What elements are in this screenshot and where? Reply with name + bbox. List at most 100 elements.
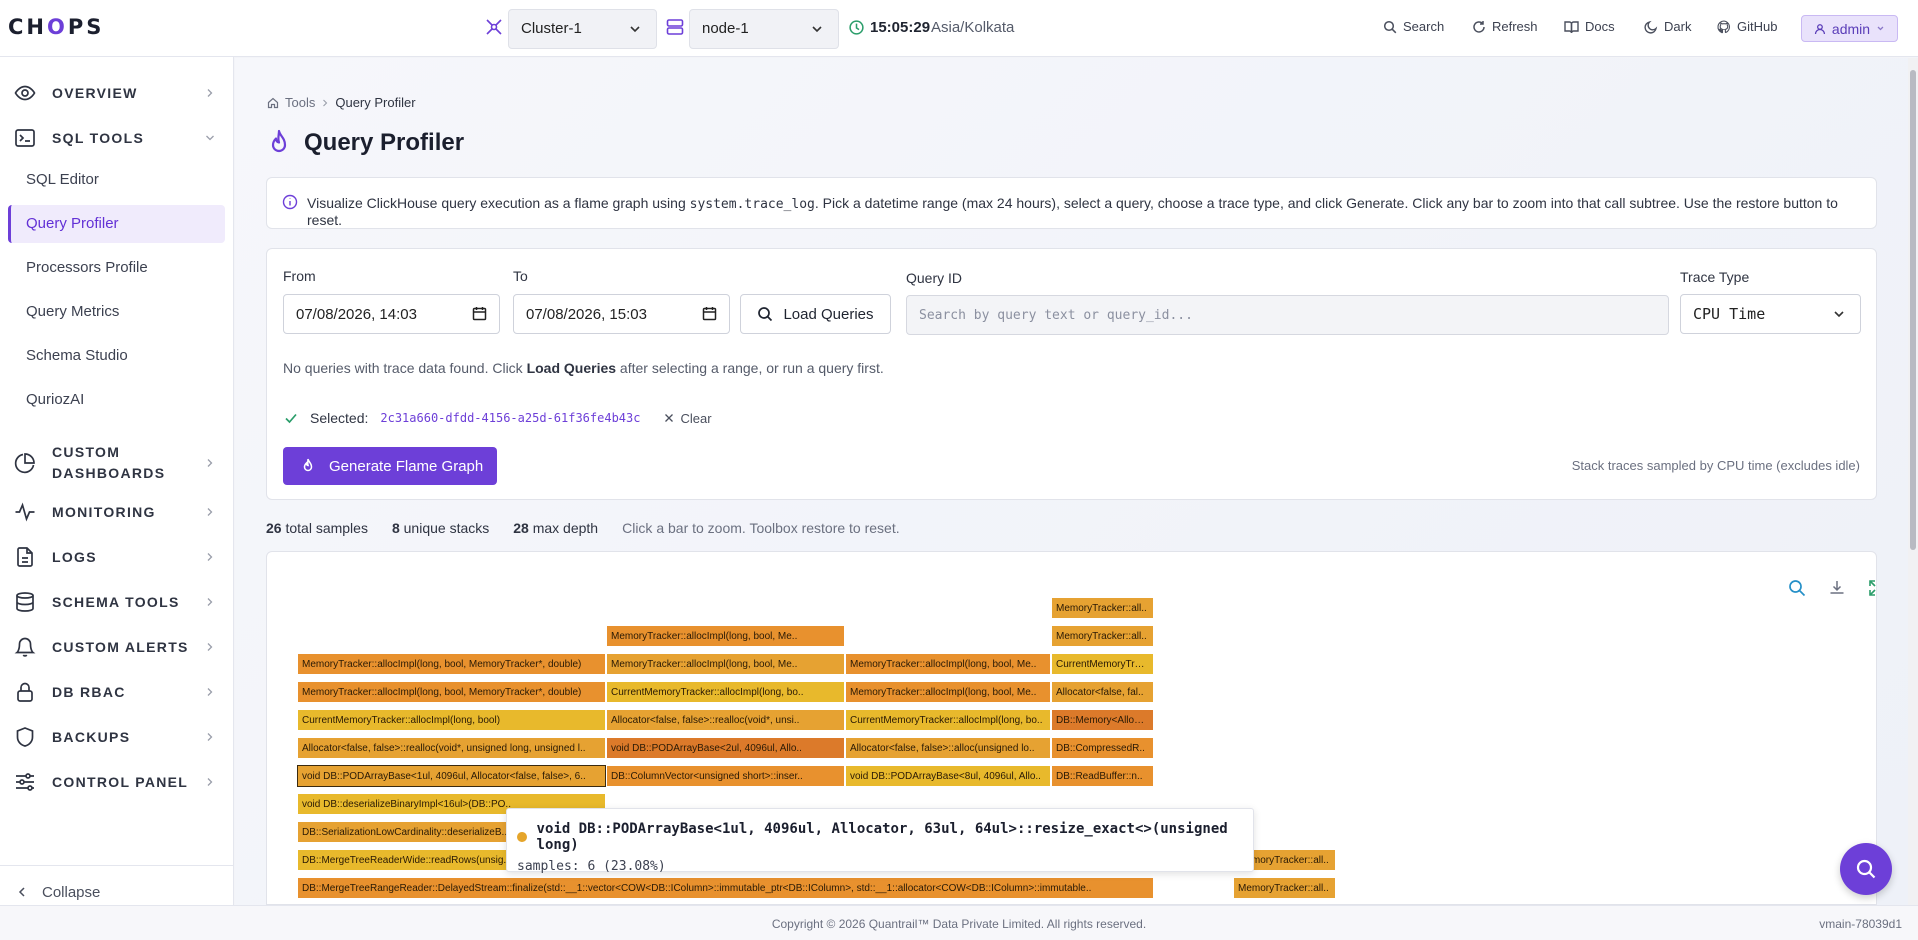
flame-bar[interactable]: MemoryTracker::allocImpl(long, bool, Mem… [297,681,606,703]
flame-bar[interactable]: Allocator<false, fal.. [1051,681,1154,703]
chevron-right-icon [207,89,213,97]
query-id-search-input[interactable]: Search by query text or query_id... [906,295,1669,335]
sidebar-item-custom-dashboards[interactable]: CUSTOM DASHBOARDS [0,433,234,493]
clock-timezone: Asia/Kolkata [931,19,1015,36]
flame-bar[interactable]: CurrentMemoryTrac.. [1051,653,1154,675]
sidebar-item-schema-studio[interactable]: Schema Studio [8,337,225,375]
clear-selection-button[interactable]: Clear [664,411,712,426]
moon-icon [1644,20,1658,34]
selected-query-id: 2c31a660-dfdd-4156-a25d-61f36fe4b43c [380,411,641,425]
flame-bar[interactable]: CurrentMemoryTracker::allocImpl(long, bo… [606,681,845,703]
flame-bar[interactable]: DB::ReadBuffer::n.. [1051,765,1154,787]
github-icon [1717,19,1730,33]
scrollbar-thumb[interactable] [1910,70,1916,550]
flame-bar[interactable]: MemoryTracker::allocImpl(long, bool, Me.… [845,681,1051,703]
flame-bar[interactable]: CurrentMemoryTracker::allocImpl(long, bo… [297,709,606,731]
flame-bar[interactable]: Allocator<false, false>::alloc(unsigned … [845,737,1051,759]
footer: Copyright © 2026 Quantrail™ Data Private… [0,905,1918,940]
flame-bar[interactable]: MemoryTracker::allocImpl(long, bool, Me.… [845,653,1051,675]
flame-tooltip: void DB::PODArrayBase<1ul, 4096ul, Alloc… [506,808,1254,874]
search-icon [758,307,773,322]
trace-type-select[interactable]: CPU Time [1680,294,1861,334]
cluster-select[interactable]: Cluster-1 [508,9,657,49]
sidebar-item-logs[interactable]: LOGS [0,537,234,577]
sidebar-item-monitoring[interactable]: MONITORING [0,492,234,532]
to-datetime-input[interactable]: 07/08/2026, 15:03 [513,294,730,334]
footer-copyright: Copyright © 2026 Quantrail™ Data Private… [771,917,1147,931]
generate-flame-graph-button[interactable]: Generate Flame Graph [283,447,497,485]
flame-bar[interactable]: void DB::PODArrayBase<1ul, 4096ul, Alloc… [297,765,606,787]
sidebar-item-processors-profile[interactable]: Processors Profile [8,249,225,287]
flame-bar[interactable]: CurrentMemoryTracker::allocImpl(long, bo… [845,709,1051,731]
flame-bar[interactable]: Allocator<false, false>::realloc(void*, … [297,737,606,759]
header-docs-button[interactable]: Docs [1564,19,1615,34]
download-icon[interactable] [1827,578,1847,598]
flame-bar[interactable]: DB::CompressedR.. [1051,737,1154,759]
global-search-fab[interactable] [1840,843,1892,895]
fullscreen-icon[interactable] [1867,578,1877,598]
flame-bar[interactable]: MemoryTracker::all.. [1051,597,1154,619]
flame-bar[interactable]: void DB::PODArrayBase<8ul, 4096ul, Allo.… [845,765,1051,787]
flame-bar[interactable]: DB::MergeTreeRangeReader::DelayedStream:… [297,877,1154,899]
flame-bar[interactable]: void DB::PODArrayBase<2ul, 4096ul, Allo.… [606,737,845,759]
sidebar-item-db-rbac[interactable]: DB RBAC [0,672,234,712]
header-github-button[interactable]: GitHub [1717,19,1777,34]
sidebar-item-overview[interactable]: OVERVIEW [0,73,234,113]
main-scrollbar[interactable] [1908,58,1918,905]
breadcrumb-tools[interactable]: Tools [285,95,315,110]
flame-bar[interactable]: MemoryTracker::allocImpl(long, bool, Mem… [297,653,606,675]
sidebar-item-sql-editor[interactable]: SQL Editor [8,161,225,199]
chevron-right-icon [207,459,213,467]
sidebar-item-query-metrics[interactable]: Query Metrics [8,293,225,331]
query-form-panel: From 07/08/2026, 14:03 To 07/08/2026, 15… [266,248,1877,500]
flame-bar[interactable]: Allocator<false, false>::realloc(void*, … [606,709,845,731]
chevron-down-icon [1877,26,1884,31]
flame-bar[interactable]: DB::Memory<Alloca.. [1051,709,1154,731]
load-queries-button[interactable]: Load Queries [740,294,891,334]
shield-icon [16,727,34,747]
max-depth-value: 28 [513,520,529,536]
search-icon [1856,859,1876,879]
home-icon [267,97,279,108]
trace-type-label: Trace Type [1680,269,1750,285]
chevron-down-icon [1834,311,1844,318]
flame-bar[interactable]: DB::ColumnVector<unsigned short>::inser.… [606,765,845,787]
tooltip-title: void DB::PODArrayBase<1ul, 4096ul, Alloc… [536,821,1228,853]
sliders-icon [16,773,34,791]
flame-bar[interactable]: MemoryTracker::all.. [1051,625,1154,647]
sidebar-item-query-profiler[interactable]: Query Profiler [8,205,225,243]
flame-icon [303,458,313,472]
chevron-down-icon [206,135,214,141]
selected-label: Selected: [310,410,369,426]
sidebar-item-quiroz-ai[interactable]: QuriozAI [8,381,225,419]
app-logo[interactable]: CHOPS [8,15,104,39]
user-menu-button[interactable]: admin [1801,15,1898,42]
from-datetime-input[interactable]: 07/08/2026, 14:03 [283,294,500,334]
header-refresh-button[interactable]: Refresh [1472,19,1538,34]
flame-bar[interactable]: MemoryTracker::all.. [1233,877,1336,899]
header-search-button[interactable]: Search [1383,19,1444,34]
flame-bar[interactable]: MemoryTracker::allocImpl(long, bool, Me.… [606,625,845,647]
page-title: Query Profiler [304,129,465,156]
breadcrumb-current: Query Profiler [335,95,416,110]
sidebar-item-backups[interactable]: BACKUPS [0,717,234,757]
database-icon [16,592,34,612]
header-dark-mode-button[interactable]: Dark [1644,19,1691,34]
zoom-icon[interactable] [1787,578,1807,598]
sidebar-item-control-panel[interactable]: CONTROL PANEL [0,762,234,802]
node-select[interactable]: node-1 [689,9,839,49]
info-icon [282,194,298,210]
sidebar-item-schema-tools[interactable]: SCHEMA TOOLS [0,582,234,622]
calendar-icon[interactable] [472,306,487,321]
sidebar-item-custom-alerts[interactable]: CUSTOM ALERTS [0,627,234,667]
calendar-icon[interactable] [702,306,717,321]
sidebar-item-sql-tools[interactable]: SQL TOOLS [0,118,234,158]
main-content: Tools Query Profiler Query Profiler Visu… [235,58,1908,905]
to-label: To [513,268,528,284]
flame-bar[interactable]: MemoryTracker::allocImpl(long, bool, Me.… [606,653,845,675]
top-header: CHOPS Cluster-1 node-1 15:05:29 Asia/Kol… [0,0,1918,57]
server-icon [666,19,684,35]
chevron-down-icon [630,26,640,33]
sidebar-collapse-button[interactable]: Collapse [0,865,234,905]
query-id-label: Query ID [906,270,963,286]
